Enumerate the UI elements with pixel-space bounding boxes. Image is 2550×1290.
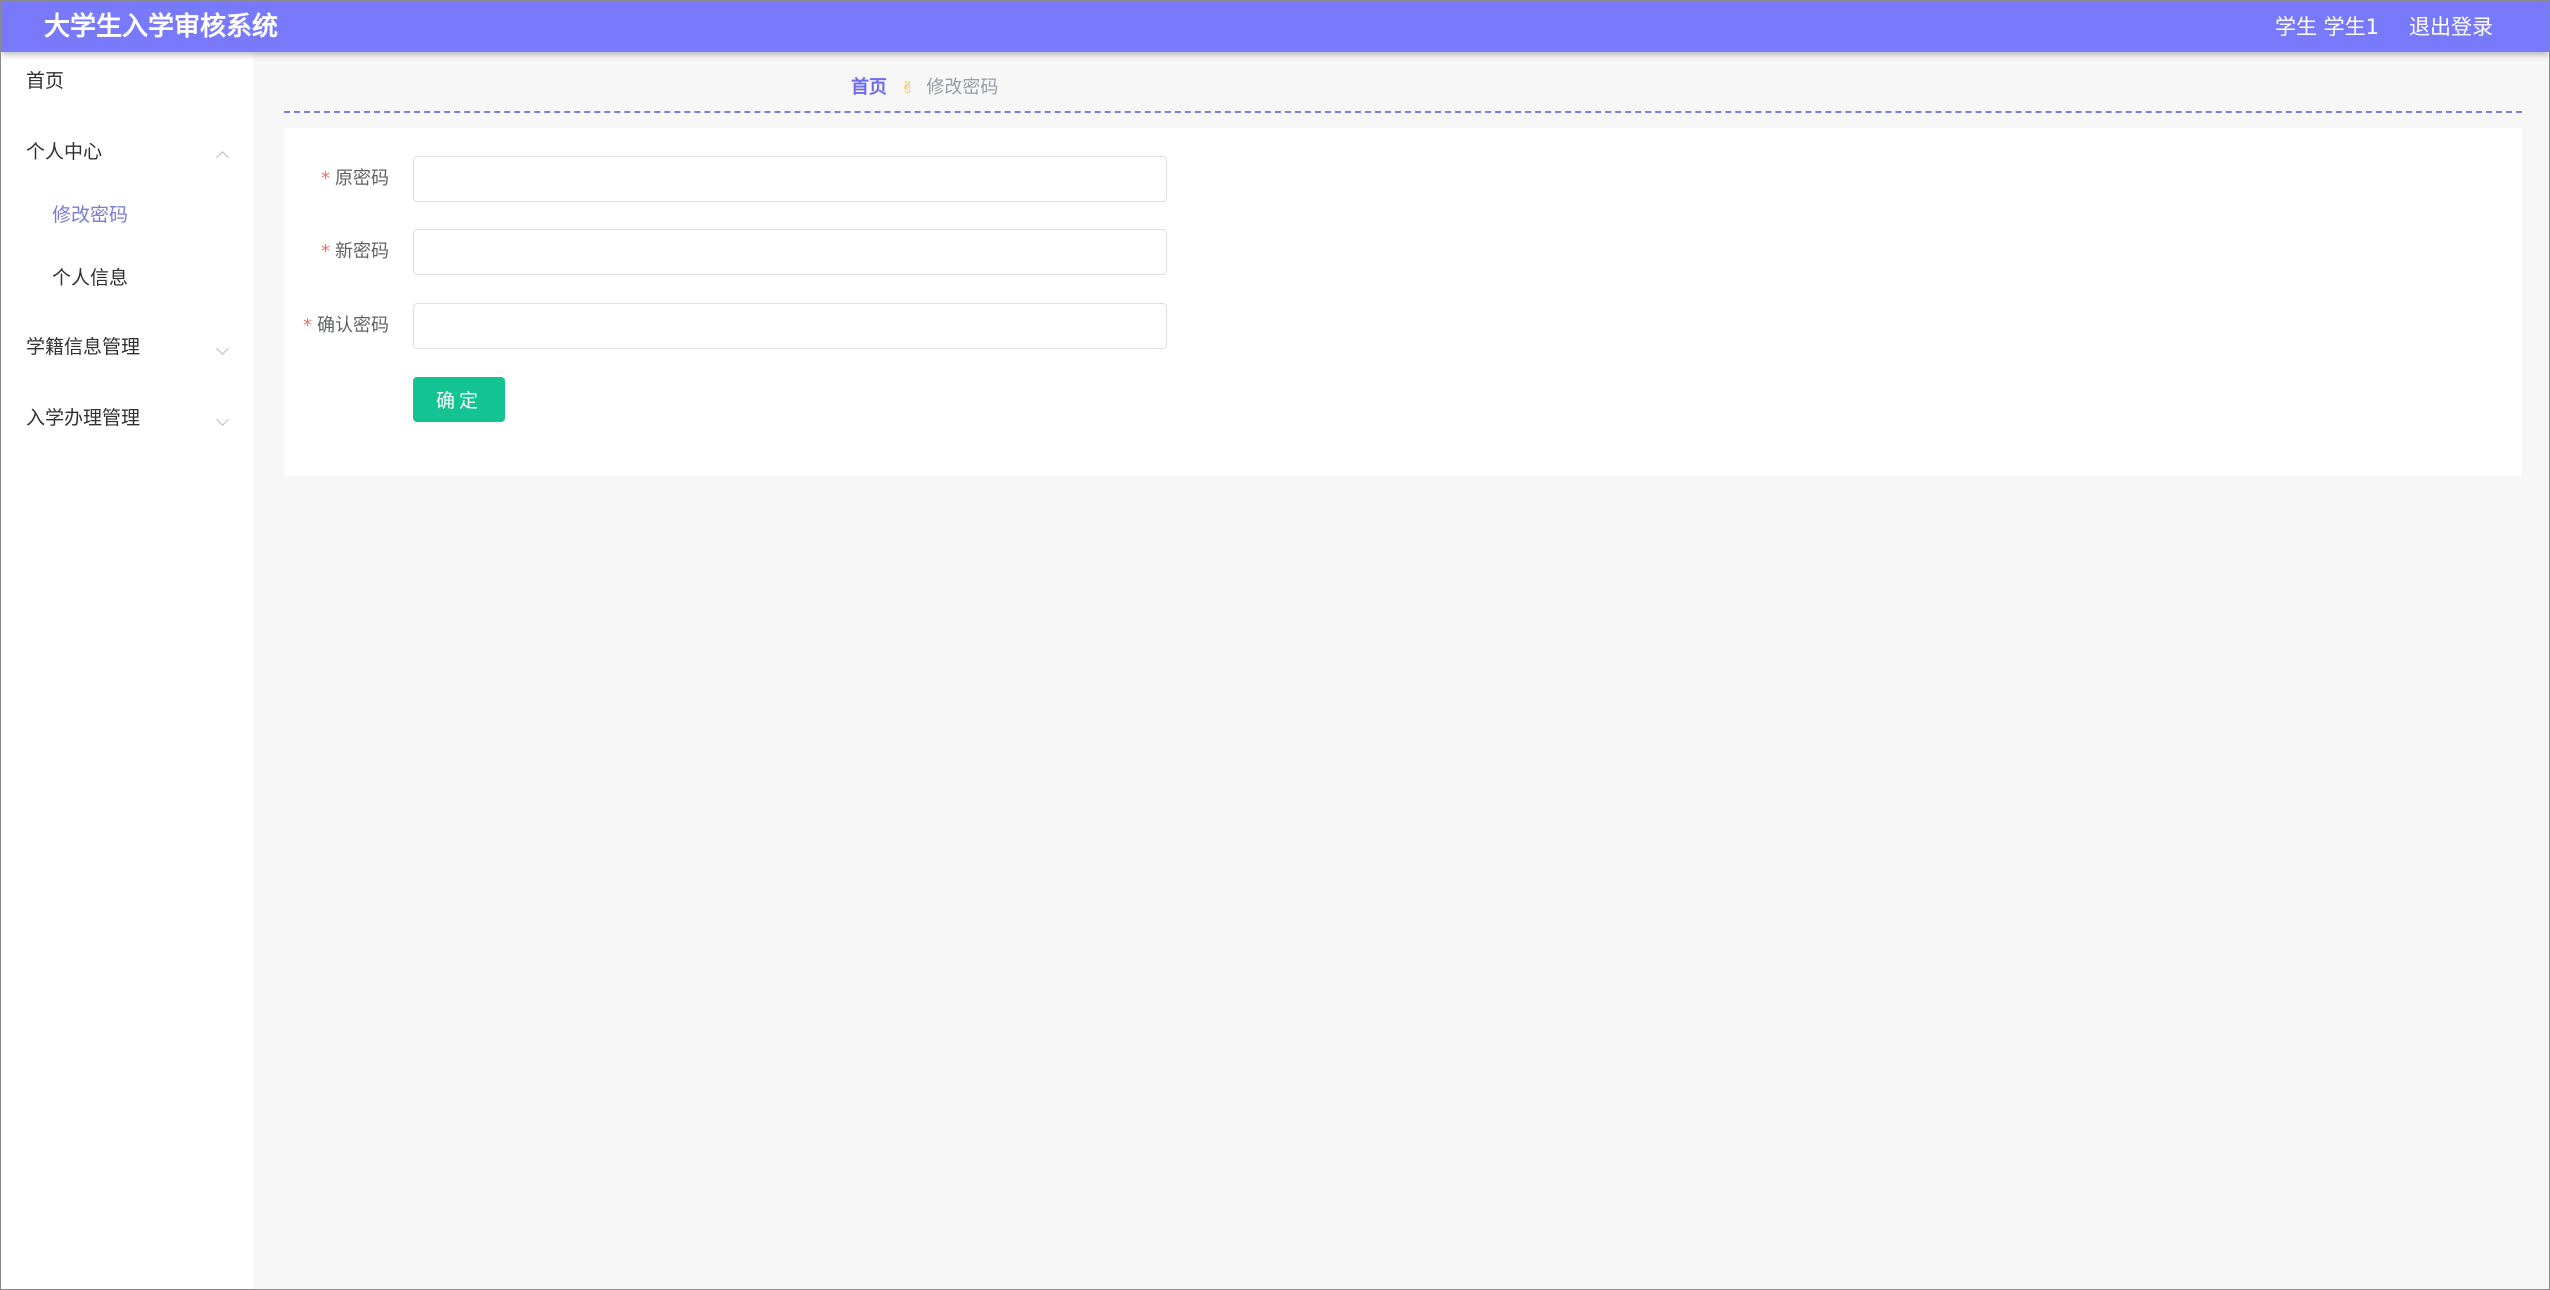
chevron-up-icon — [216, 151, 229, 164]
sidebar-item-home[interactable]: 首页 — [1, 52, 253, 112]
logout-link[interactable]: 退出登录 — [2409, 13, 2493, 41]
breadcrumb-home[interactable]: 首页 — [851, 77, 887, 98]
app-title: 大学生入学审核系统 — [44, 12, 279, 42]
form-row-confirm-password: * 确认密码 — [284, 303, 1184, 349]
confirm-password-label: * 确认密码 — [303, 315, 389, 336]
new-password-input[interactable] — [413, 229, 1167, 275]
chevron-down-icon — [216, 413, 229, 426]
confirm-password-input[interactable] — [413, 303, 1167, 349]
sidebar-item-label: 首页 — [26, 70, 65, 92]
old-password-label: * 原密码 — [321, 168, 389, 189]
breadcrumb: 首页 ✌ 修改密码 — [851, 74, 998, 102]
sidebar-item-label: 入学办理管理 — [26, 407, 141, 429]
sidebar-item-label: 学籍信息管理 — [26, 336, 141, 358]
sidebar-item-label: 个人中心 — [26, 141, 103, 163]
change-password-form: * 原密码 * 新密码 * 确认密码 确定 — [284, 128, 2522, 476]
required-asterisk: * — [321, 168, 330, 189]
sidebar-subitem-label: 修改密码 — [52, 204, 129, 226]
breadcrumb-divider — [284, 111, 2522, 113]
current-user-label: 学生 学生1 — [2274, 15, 2379, 39]
breadcrumb-current: 修改密码 — [926, 77, 999, 98]
app-window: 大学生入学审核系统 学生 学生1 退出登录 首页 个人中心 修改密码 个人信息 … — [0, 0, 2550, 1290]
sidebar-subitem-label: 个人信息 — [52, 267, 129, 289]
required-asterisk: * — [321, 241, 330, 262]
sidebar-item-personal-center[interactable]: 个人中心 — [1, 123, 253, 183]
sidebar-subitem-change-password[interactable]: 修改密码 — [1, 186, 253, 246]
sidebar-item-student-status[interactable]: 学籍信息管理 — [1, 318, 253, 378]
form-row-new-password: * 新密码 — [284, 229, 1184, 275]
old-password-input[interactable] — [413, 156, 1167, 202]
required-asterisk: * — [303, 315, 312, 336]
sidebar-menu: 首页 个人中心 修改密码 个人信息 学籍信息管理 入学办理管理 — [1, 52, 253, 1289]
top-header: 大学生入学审核系统 学生 学生1 退出登录 — [1, 1, 2549, 52]
victory-hand-icon: ✌ — [901, 78, 915, 97]
form-row-old-password: * 原密码 — [284, 156, 1184, 202]
sidebar-item-enrollment[interactable]: 入学办理管理 — [1, 389, 253, 449]
chevron-down-icon — [216, 342, 229, 355]
new-password-label: * 新密码 — [321, 241, 389, 262]
sidebar-subitem-personal-info[interactable]: 个人信息 — [1, 249, 253, 309]
confirm-button[interactable]: 确定 — [413, 377, 505, 422]
